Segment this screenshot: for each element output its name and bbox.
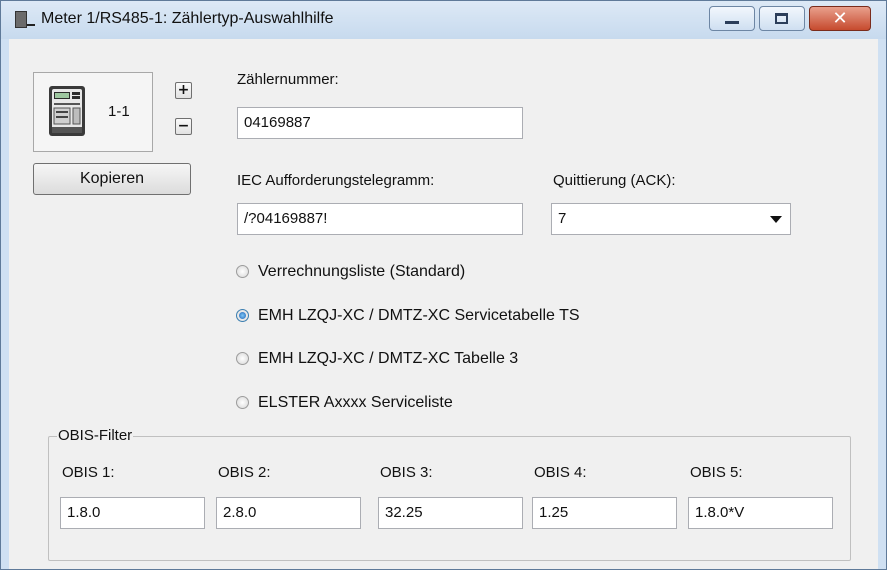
obis-5-field[interactable]: 1.8.0*V — [688, 497, 833, 529]
obis-1-label: OBIS 1: — [62, 464, 115, 481]
radio-button-icon[interactable] — [236, 396, 249, 409]
radio-label: Verrechnungsliste (Standard) — [258, 263, 466, 280]
ack-select[interactable]: 7 — [551, 203, 791, 235]
obis-3-field[interactable]: 32.25 — [378, 497, 523, 529]
dialog-window: Meter 1/RS485-1: Zählertyp-Auswahlhilfe … — [0, 0, 887, 570]
radio-tabelle-3[interactable]: EMH LZQJ-XC / DMTZ-XC Tabelle 3 — [236, 350, 518, 372]
obis-2-field[interactable]: 2.8.0 — [216, 497, 361, 529]
obis-3-label: OBIS 3: — [380, 464, 433, 481]
radio-button-selected-icon[interactable] — [236, 309, 249, 322]
meter-number-label: Zählernummer: — [237, 71, 339, 88]
meter-device-icon — [49, 86, 85, 136]
radio-verrechnungsliste[interactable]: Verrechnungsliste (Standard) — [236, 263, 476, 285]
ack-label: Quittierung (ACK): — [553, 172, 676, 189]
maximize-icon — [775, 13, 788, 24]
radio-elster-serviceliste[interactable]: ELSTER Axxxx Serviceliste — [236, 394, 476, 416]
obis-4-field[interactable]: 1.25 — [532, 497, 677, 529]
radio-label: ELSTER Axxxx Serviceliste — [258, 394, 453, 411]
close-icon: ✕ — [832, 8, 848, 29]
obis-2-label: OBIS 2: — [218, 464, 271, 481]
obis-5-label: OBIS 5: — [690, 464, 743, 481]
add-meter-button[interactable]: + — [175, 82, 192, 99]
title-bar[interactable]: Meter 1/RS485-1: Zählertyp-Auswahlhilfe … — [1, 1, 886, 39]
obis-1-field[interactable]: 1.8.0 — [60, 497, 205, 529]
dialog-client-area: 1-1 + − Kopieren Zählernummer: 04169887 … — [9, 39, 878, 569]
app-icon — [15, 11, 35, 28]
dropdown-arrow-icon[interactable] — [770, 216, 782, 223]
meter-label: 1-1 — [108, 103, 130, 120]
minimize-button[interactable] — [709, 6, 755, 31]
iec-request-field[interactable]: /?04169887! — [237, 203, 523, 235]
window-title: Meter 1/RS485-1: Zählertyp-Auswahlhilfe — [41, 10, 334, 27]
copy-button[interactable]: Kopieren — [33, 163, 191, 195]
meter-number-field[interactable]: 04169887 — [237, 107, 523, 139]
obis-4-label: OBIS 4: — [534, 464, 587, 481]
close-button[interactable]: ✕ — [809, 6, 871, 31]
radio-label: EMH LZQJ-XC / DMTZ-XC Servicetabelle TS — [258, 307, 580, 324]
ack-select-value: 7 — [558, 210, 567, 227]
meter-selector[interactable]: 1-1 — [33, 72, 153, 152]
radio-button-icon[interactable] — [236, 265, 249, 278]
maximize-button[interactable] — [759, 6, 805, 31]
remove-meter-button[interactable]: − — [175, 118, 192, 135]
minimize-icon — [725, 21, 739, 24]
radio-label: EMH LZQJ-XC / DMTZ-XC Tabelle 3 — [258, 350, 519, 367]
obis-filter-title: OBIS-Filter — [57, 427, 134, 444]
radio-button-icon[interactable] — [236, 352, 249, 365]
iec-request-label: IEC Aufforderungstelegramm: — [237, 172, 435, 189]
radio-servicetabelle-ts[interactable]: EMH LZQJ-XC / DMTZ-XC Servicetabelle TS — [236, 307, 580, 329]
